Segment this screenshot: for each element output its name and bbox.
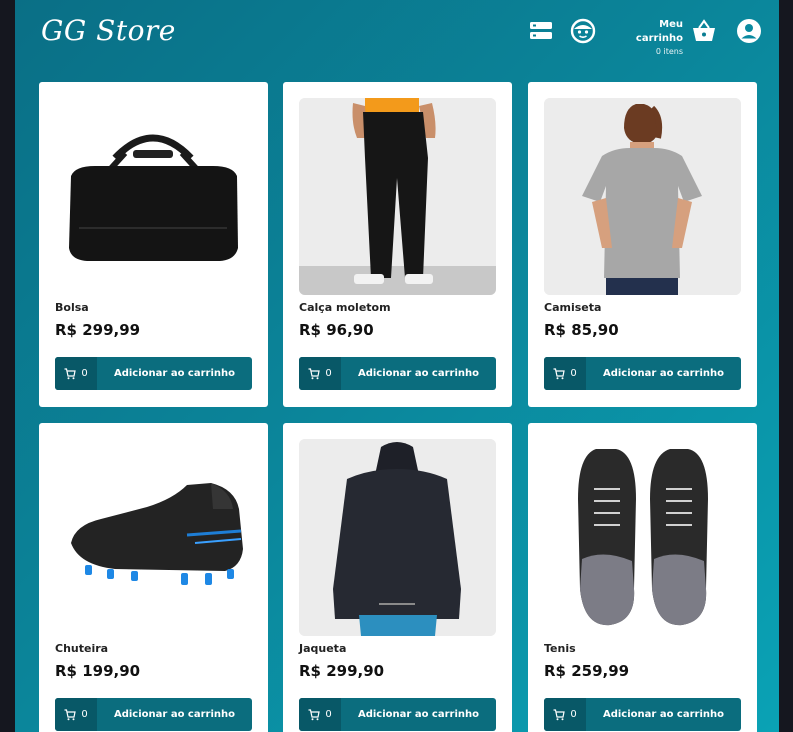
- cart-summary[interactable]: Meu carrinho 0 itens: [613, 18, 683, 58]
- cart-icon: [308, 708, 321, 720]
- store-logo[interactable]: GG Store: [41, 14, 176, 47]
- product-card: Jaqueta R$ 299,90 0 Adicionar ao carrinh…: [283, 423, 512, 732]
- add-to-cart-button[interactable]: 0 Adicionar ao carrinho: [55, 357, 252, 390]
- app-background: GG Store Meu carrinho 0 itens Bolsa R$ 2…: [15, 0, 779, 732]
- add-to-cart-label: Adicionar ao carrinho: [602, 709, 724, 720]
- cart-icon: [553, 367, 566, 379]
- add-to-cart-label: Adicionar ao carrinho: [113, 709, 235, 720]
- product-name: Jaqueta: [299, 642, 347, 655]
- add-to-cart-button[interactable]: 0 Adicionar ao carrinho: [544, 357, 741, 390]
- product-image-duffel-bag[interactable]: [55, 98, 252, 295]
- account-icon[interactable]: [736, 18, 762, 44]
- product-name: Bolsa: [55, 301, 89, 314]
- add-to-cart-button[interactable]: 0 Adicionar ao carrinho: [299, 357, 496, 390]
- product-image-jacket[interactable]: [299, 439, 496, 636]
- cart-quantity: 0: [544, 698, 586, 731]
- product-price: R$ 96,90: [299, 321, 374, 339]
- cart-quantity-value: 0: [570, 368, 577, 379]
- basket-icon[interactable]: [691, 18, 717, 44]
- product-price: R$ 299,99: [55, 321, 141, 339]
- add-to-cart-button[interactable]: 0 Adicionar ao carrinho: [55, 698, 252, 731]
- cart-quantity-value: 0: [81, 368, 88, 379]
- add-to-cart-label: Adicionar ao carrinho: [602, 368, 724, 379]
- product-name: Tenis: [544, 642, 576, 655]
- product-price: R$ 199,90: [55, 662, 141, 680]
- cart-icon: [308, 367, 321, 379]
- product-image-sneakers[interactable]: [544, 439, 741, 636]
- cart-quantity: 0: [55, 698, 97, 731]
- add-to-cart-button[interactable]: 0 Adicionar ao carrinho: [544, 698, 741, 731]
- cart-quantity: 0: [544, 357, 586, 390]
- product-card: Tenis R$ 259,99 0 Adicionar ao carrinho: [528, 423, 757, 732]
- product-card: Bolsa R$ 299,99 0 Adicionar ao carrinho: [39, 82, 268, 407]
- cart-quantity-value: 0: [570, 709, 577, 720]
- product-card: Camiseta R$ 85,90 0 Adicionar ao carrinh…: [528, 82, 757, 407]
- add-to-cart-button[interactable]: 0 Adicionar ao carrinho: [299, 698, 496, 731]
- cart-icon: [64, 367, 77, 379]
- cart-quantity-value: 0: [81, 709, 88, 720]
- product-price: R$ 85,90: [544, 321, 619, 339]
- cart-quantity: 0: [299, 357, 341, 390]
- list-icon[interactable]: [528, 18, 554, 44]
- cart-icon: [553, 708, 566, 720]
- cart-quantity-value: 0: [325, 709, 332, 720]
- add-to-cart-label: Adicionar ao carrinho: [113, 368, 235, 379]
- product-name: Chuteira: [55, 642, 109, 655]
- product-card: Chuteira R$ 199,90 0 Adicionar ao carrin…: [39, 423, 268, 732]
- product-name: Calça moletom: [299, 301, 391, 314]
- product-price: R$ 299,90: [299, 662, 385, 680]
- cart-title: Meu carrinho: [635, 19, 683, 44]
- cart-quantity: 0: [55, 357, 97, 390]
- cart-count: 0 itens: [655, 47, 683, 56]
- product-card: Calça moletom R$ 96,90 0 Adicionar ao ca…: [283, 82, 512, 407]
- cart-icon: [64, 708, 77, 720]
- cart-quantity: 0: [299, 698, 341, 731]
- product-price: R$ 259,99: [544, 662, 630, 680]
- face-icon[interactable]: [570, 18, 596, 44]
- cart-quantity-value: 0: [325, 368, 332, 379]
- product-image-football-boot[interactable]: [55, 439, 252, 636]
- product-image-sweatpants[interactable]: [299, 98, 496, 295]
- product-name: Camiseta: [544, 301, 602, 314]
- header: GG Store Meu carrinho 0 itens: [15, 0, 779, 72]
- add-to-cart-label: Adicionar ao carrinho: [357, 709, 479, 720]
- add-to-cart-label: Adicionar ao carrinho: [357, 368, 479, 379]
- product-image-t-shirt[interactable]: [544, 98, 741, 295]
